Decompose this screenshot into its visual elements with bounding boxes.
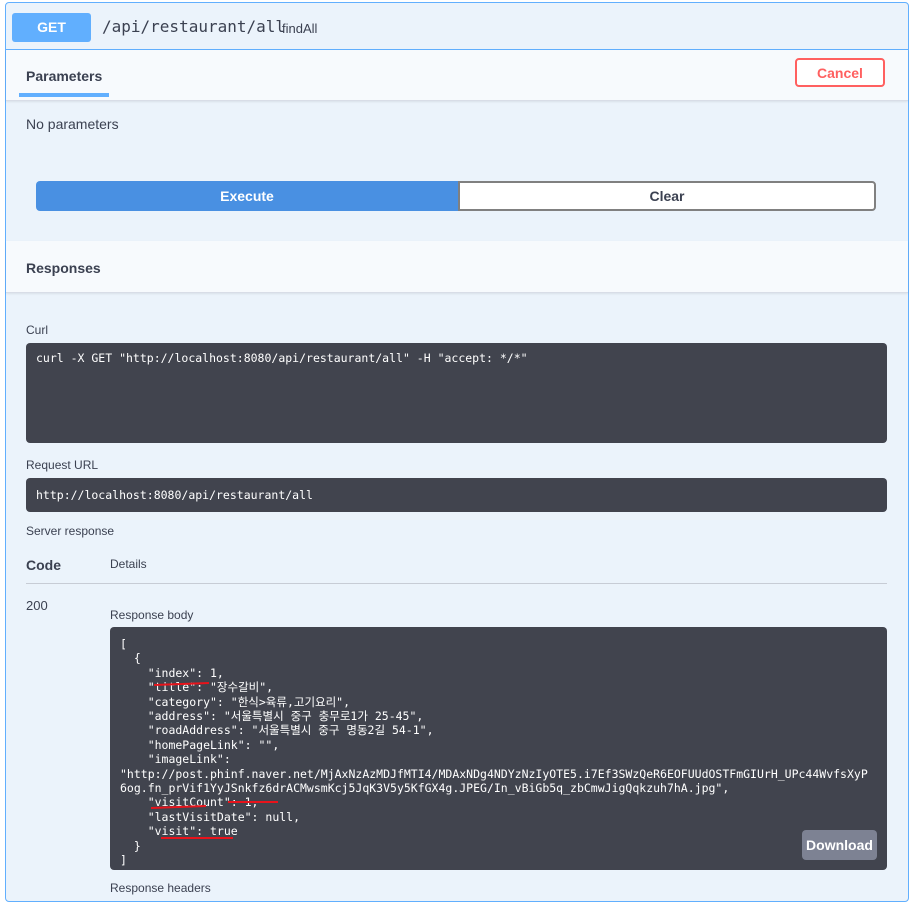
server-response-label: Server response [26,524,115,538]
table-divider [26,583,887,584]
http-method-badge: GET [12,13,91,42]
operation-id: findAll [282,21,318,36]
red-annotation-underline [228,801,278,803]
request-url-label: Request URL [26,458,99,472]
execute-button[interactable]: Execute [36,181,458,211]
cancel-button[interactable]: Cancel [795,58,885,87]
operation-block: GET /api/restaurant/all findAll Paramete… [5,2,909,902]
response-headers-label: Response headers [110,881,211,895]
details-column-header: Details [110,557,147,571]
response-body-box[interactable]: [ { "index": 1, "title": "장수갈비", "catego… [110,627,887,870]
curl-command: curl -X GET "http://localhost:8080/api/r… [36,351,528,365]
responses-header: Responses [6,241,908,293]
red-annotation-underline [161,837,233,839]
curl-label: Curl [26,323,49,337]
request-url-box[interactable]: http://localhost:8080/api/restaurant/all [26,478,887,512]
endpoint-path: /api/restaurant/all [102,17,286,36]
code-column-header: Code [26,557,61,573]
response-body-label: Response body [110,608,194,622]
tab-active-indicator [19,93,109,97]
parameters-header: Parameters [6,50,908,101]
response-body: [ { "index": 1, "title": "장수갈비", "catego… [120,637,868,868]
request-url: http://localhost:8080/api/restaurant/all [36,488,313,502]
clear-button[interactable]: Clear [458,181,876,211]
tab-parameters[interactable]: Parameters [26,68,102,84]
operation-summary[interactable]: GET /api/restaurant/all findAll [6,3,908,50]
curl-command-box[interactable]: curl -X GET "http://localhost:8080/api/r… [26,343,887,443]
no-parameters-text: No parameters [26,116,119,132]
status-code: 200 [26,598,48,613]
download-button[interactable]: Download [802,830,877,860]
responses-title: Responses [26,260,101,276]
